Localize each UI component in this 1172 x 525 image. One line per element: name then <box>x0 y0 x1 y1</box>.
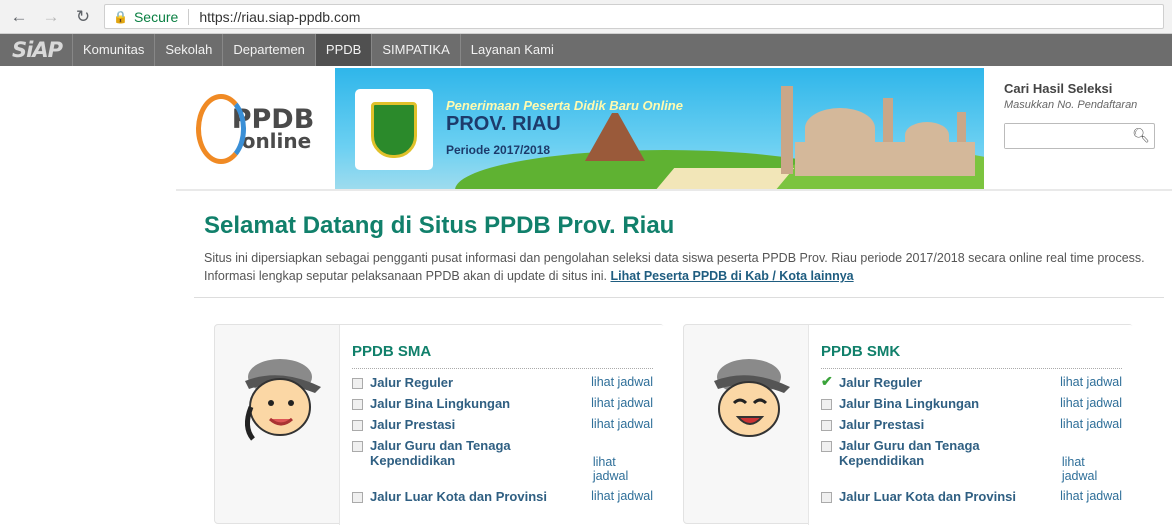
search-title: Cari Hasil Seleksi <box>1004 81 1113 96</box>
registration-number-input[interactable] <box>1005 124 1130 148</box>
nav-item-komunitas[interactable]: Komunitas <box>71 34 154 66</box>
secure-label: Secure <box>133 8 179 25</box>
checkbox[interactable] <box>352 399 363 410</box>
search-subtitle: Masukkan No. Pendaftaran <box>1004 99 1138 111</box>
list-item[interactable]: Jalur Luar Kota dan Provinsi lihat jadwa… <box>352 489 653 504</box>
site-header: PPDB online Penerimaan Peserta Didik Bar… <box>0 68 1172 190</box>
checkbox[interactable] <box>821 399 832 410</box>
list-item[interactable]: Jalur Bina Lingkungan lihat jadwal <box>821 396 1122 411</box>
lihat-jadwal-link[interactable]: lihat jadwal <box>1060 375 1122 389</box>
jalur-label[interactable]: Jalur Guru dan Tenaga Kependidikan <box>839 438 1062 468</box>
list-item[interactable]: ✔ Jalur Reguler lihat jadwal <box>821 374 1122 390</box>
lihat-jadwal-link[interactable]: lihat jadwal <box>593 455 653 483</box>
reload-icon[interactable]: ↻ <box>72 6 94 28</box>
banner-subtitle: Penerimaan Peserta Didik Baru Online <box>446 98 683 113</box>
nav-item-ppdb[interactable]: PPDB <box>314 34 372 66</box>
lihat-jadwal-link[interactable]: lihat jadwal <box>591 417 653 431</box>
temple-illustration <box>585 113 645 161</box>
checkbox[interactable] <box>821 492 832 503</box>
ppdb-sma-panel: PPDB SMA Jalur Reguler lihat jadwal Jalu… <box>214 324 665 525</box>
jalur-label[interactable]: Jalur Luar Kota dan Provinsi <box>370 489 547 504</box>
jalur-label[interactable]: Jalur Luar Kota dan Provinsi <box>839 489 1016 504</box>
welcome-text: Situs ini dipersiapkan sebagai pengganti… <box>204 249 1154 285</box>
boy-mascot-icon <box>714 359 790 437</box>
list-item[interactable]: Jalur Prestasi lihat jadwal <box>352 417 653 432</box>
nav-item-departemen[interactable]: Departemen <box>222 34 315 66</box>
url-text[interactable]: https://riau.siap-ppdb.com <box>199 9 360 25</box>
list-item[interactable]: Jalur Guru dan Tenaga Kependidikan lihat… <box>821 438 1122 483</box>
lihat-jadwal-link[interactable]: lihat jadwal <box>591 375 653 389</box>
address-divider <box>188 8 190 25</box>
checkbox[interactable] <box>821 420 832 431</box>
page-title: Selamat Datang di Situs PPDB Prov. Riau <box>204 212 675 239</box>
jalur-label[interactable]: Jalur Reguler <box>370 375 453 390</box>
jalur-label[interactable]: Jalur Prestasi <box>839 417 924 432</box>
logo-circle-icon <box>195 94 246 164</box>
back-arrow-icon[interactable]: ← <box>8 6 30 28</box>
checkbox[interactable] <box>352 378 363 389</box>
jalur-label[interactable]: Jalur Prestasi <box>370 417 455 432</box>
browser-toolbar: ← → ↻ 🔒 Secure https://riau.siap-ppdb.co… <box>0 0 1172 34</box>
checkbox[interactable] <box>352 441 363 452</box>
list-item[interactable]: Jalur Guru dan Tenaga Kependidikan lihat… <box>352 438 653 483</box>
smk-title: PPDB SMK <box>821 343 1122 369</box>
shield-icon <box>371 101 417 158</box>
nav-item-simpatika[interactable]: SIMPATIKA <box>371 34 459 66</box>
sma-title: PPDB SMA <box>352 343 653 369</box>
lihat-jadwal-link[interactable]: lihat jadwal <box>1062 455 1122 483</box>
nav-item-sekolah[interactable]: Sekolah <box>154 34 222 66</box>
search-icon[interactable]: 🔍︎ <box>1132 127 1150 144</box>
lihat-jadwal-link[interactable]: lihat jadwal <box>1060 417 1122 431</box>
lock-icon: 🔒 <box>113 9 128 24</box>
checkbox[interactable] <box>352 492 363 503</box>
smk-list: PPDB SMK ✔ Jalur Reguler lihat jadwal Jal… <box>808 325 1134 525</box>
list-item[interactable]: Jalur Luar Kota dan Provinsi lihat jadwa… <box>821 489 1122 504</box>
other-regions-link[interactable]: Lihat Peserta PPDB di Kab / Kota lainnya <box>611 269 854 283</box>
checkbox[interactable] <box>821 441 832 452</box>
forward-arrow-icon[interactable]: → <box>40 6 62 28</box>
address-bar[interactable]: 🔒 Secure https://riau.siap-ppdb.com <box>104 4 1164 29</box>
checkbox[interactable] <box>352 420 363 431</box>
jalur-label[interactable]: Jalur Bina Lingkungan <box>370 396 510 411</box>
jalur-label[interactable]: Jalur Reguler <box>839 375 922 390</box>
search-panel: Cari Hasil Seleksi Masukkan No. Pendafta… <box>1004 68 1172 149</box>
lihat-jadwal-link[interactable]: lihat jadwal <box>591 396 653 410</box>
lihat-jadwal-link[interactable]: lihat jadwal <box>591 489 653 503</box>
lihat-jadwal-link[interactable]: lihat jadwal <box>1060 489 1122 503</box>
jalur-label[interactable]: Jalur Guru dan Tenaga Kependidikan <box>370 438 593 468</box>
girl-mascot-icon <box>245 359 321 441</box>
lihat-jadwal-link[interactable]: lihat jadwal <box>1060 396 1122 410</box>
ppdb-smk-panel: PPDB SMK ✔ Jalur Reguler lihat jadwal Jal… <box>683 324 1134 525</box>
siap-logo[interactable]: SiAP <box>12 38 63 62</box>
jalur-label[interactable]: Jalur Bina Lingkungan <box>839 396 979 411</box>
header-banner: Penerimaan Peserta Didik Baru Online PRO… <box>335 68 984 190</box>
header-divider <box>176 189 1172 191</box>
check-icon[interactable]: ✔ <box>821 374 833 388</box>
search-box: 🔍︎ <box>1004 123 1155 149</box>
sma-list: PPDB SMA Jalur Reguler lihat jadwal Jalu… <box>339 325 665 525</box>
riau-emblem <box>355 89 433 170</box>
list-item[interactable]: Jalur Prestasi lihat jadwal <box>821 417 1122 432</box>
nav-item-layanan-kami[interactable]: Layanan Kami <box>459 34 564 66</box>
logo-online-text: online <box>241 129 312 154</box>
mosque-illustration <box>765 86 980 176</box>
list-item[interactable]: Jalur Bina Lingkungan lihat jadwal <box>352 396 653 411</box>
banner-period: Periode 2017/2018 <box>446 143 551 157</box>
site-navbar: SiAP Komunitas Sekolah Departemen PPDB S… <box>0 34 1172 66</box>
list-item[interactable]: Jalur Reguler lihat jadwal <box>352 375 653 390</box>
ppdb-online-logo[interactable]: PPDB online <box>176 68 334 190</box>
banner-title: PROV. RIAU <box>446 113 561 135</box>
welcome-section: Selamat Datang di Situs PPDB Prov. Riau … <box>204 212 1164 285</box>
section-divider <box>194 297 1164 298</box>
